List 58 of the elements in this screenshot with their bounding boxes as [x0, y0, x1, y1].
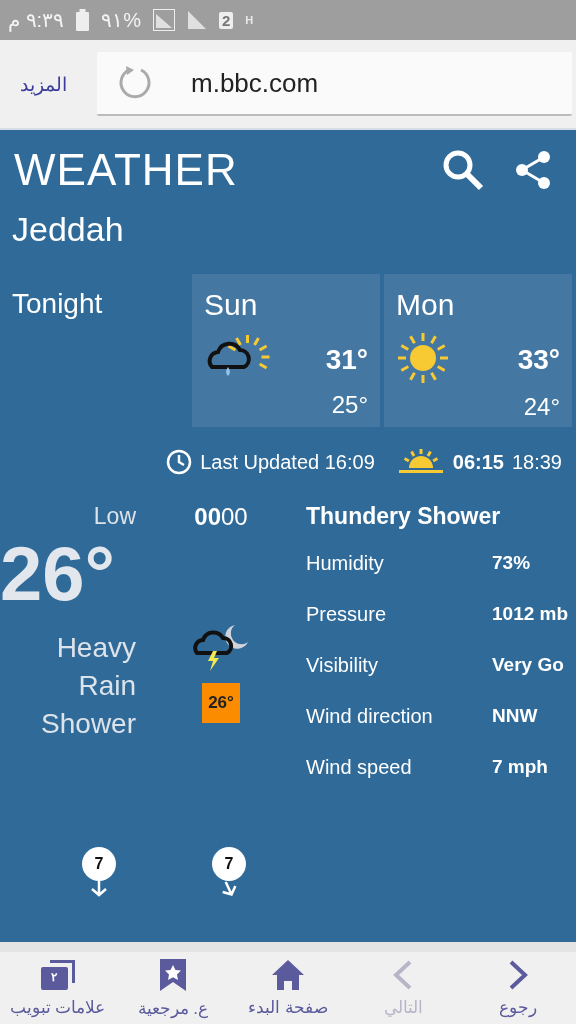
- signal-icon: [186, 10, 207, 30]
- tabs-icon: [39, 958, 76, 991]
- current-temp: 26°: [0, 530, 116, 617]
- high-temp: 33°: [517, 344, 560, 377]
- detail-label: Wind direction: [306, 705, 434, 729]
- detail-label: Pressure: [306, 603, 388, 627]
- url-text: m.bbc.com: [191, 67, 319, 99]
- forecast-card[interactable]: Sun 31° 25°: [192, 274, 380, 427]
- nav-button[interactable]: ع. مرجعية: [115, 952, 231, 1024]
- wind-speed: 7: [212, 847, 246, 881]
- detail-value: NNW: [492, 705, 539, 728]
- home-icon: [271, 958, 305, 991]
- forecast-card[interactable]: Mon 33° 24°: [384, 274, 572, 427]
- address-bar[interactable]: m.bbc.com: [97, 52, 572, 116]
- last-updated: Last Updated 16:09: [200, 450, 375, 474]
- day-name: Sun: [204, 288, 259, 323]
- bookmark-star-icon: [158, 957, 187, 992]
- detail-value: Very Go: [492, 654, 565, 677]
- low-temp: 25°: [330, 391, 368, 421]
- tonight-label: Tonight: [12, 288, 103, 319]
- share-icon[interactable]: [514, 150, 552, 190]
- signal-icon: [152, 9, 175, 31]
- nav-button[interactable]: صفحة البدء: [230, 952, 346, 1024]
- low-label: Low: [93, 503, 136, 530]
- more-button[interactable]: المزيد: [20, 72, 67, 96]
- battery-icon: [76, 9, 90, 31]
- network-type: H: [245, 14, 254, 26]
- hour-temp: 26°: [202, 683, 240, 723]
- detail-label: Humidity: [306, 552, 385, 576]
- detail-value: 7 mph: [492, 756, 549, 779]
- thunder-moon-icon: [191, 623, 251, 673]
- nav-button[interactable]: ٢ علامات تبويب: [0, 952, 116, 1024]
- detail-value: 1012 mb: [492, 603, 570, 626]
- sunset-time: 18:39: [511, 450, 562, 474]
- sun-icon: [396, 331, 450, 386]
- weather-description: Heavy Rain Shower: [40, 631, 136, 741]
- search-icon[interactable]: [442, 149, 484, 191]
- chevron-right-icon: [507, 958, 530, 991]
- sunrise-time: 06:15: [452, 450, 504, 474]
- condition-title: Thundery Shower: [306, 503, 502, 530]
- wind-speed: 7: [82, 847, 116, 881]
- wind-arrow-icon: [89, 881, 109, 897]
- detail-value: 73%: [492, 552, 532, 575]
- weather-logo: WEATHER: [14, 145, 239, 195]
- high-temp: 31°: [325, 344, 368, 377]
- clock-icon: [166, 449, 193, 475]
- detail-label: Visibility: [306, 654, 379, 678]
- city-name: Jeddah: [11, 209, 125, 250]
- sim-badge: 2: [218, 11, 234, 29]
- sunrise-icon: [396, 449, 445, 475]
- battery-percent: %٩١: [101, 8, 141, 32]
- detail-label: Wind speed: [306, 756, 413, 780]
- day-name: Mon: [396, 288, 456, 323]
- low-temp: 24°: [522, 392, 560, 422]
- nav-button[interactable]: رجوع: [460, 952, 576, 1024]
- hour-time: 0000: [194, 503, 248, 531]
- status-time: ٩:٣٩ م: [8, 8, 65, 32]
- tab-count: ٢: [50, 969, 59, 986]
